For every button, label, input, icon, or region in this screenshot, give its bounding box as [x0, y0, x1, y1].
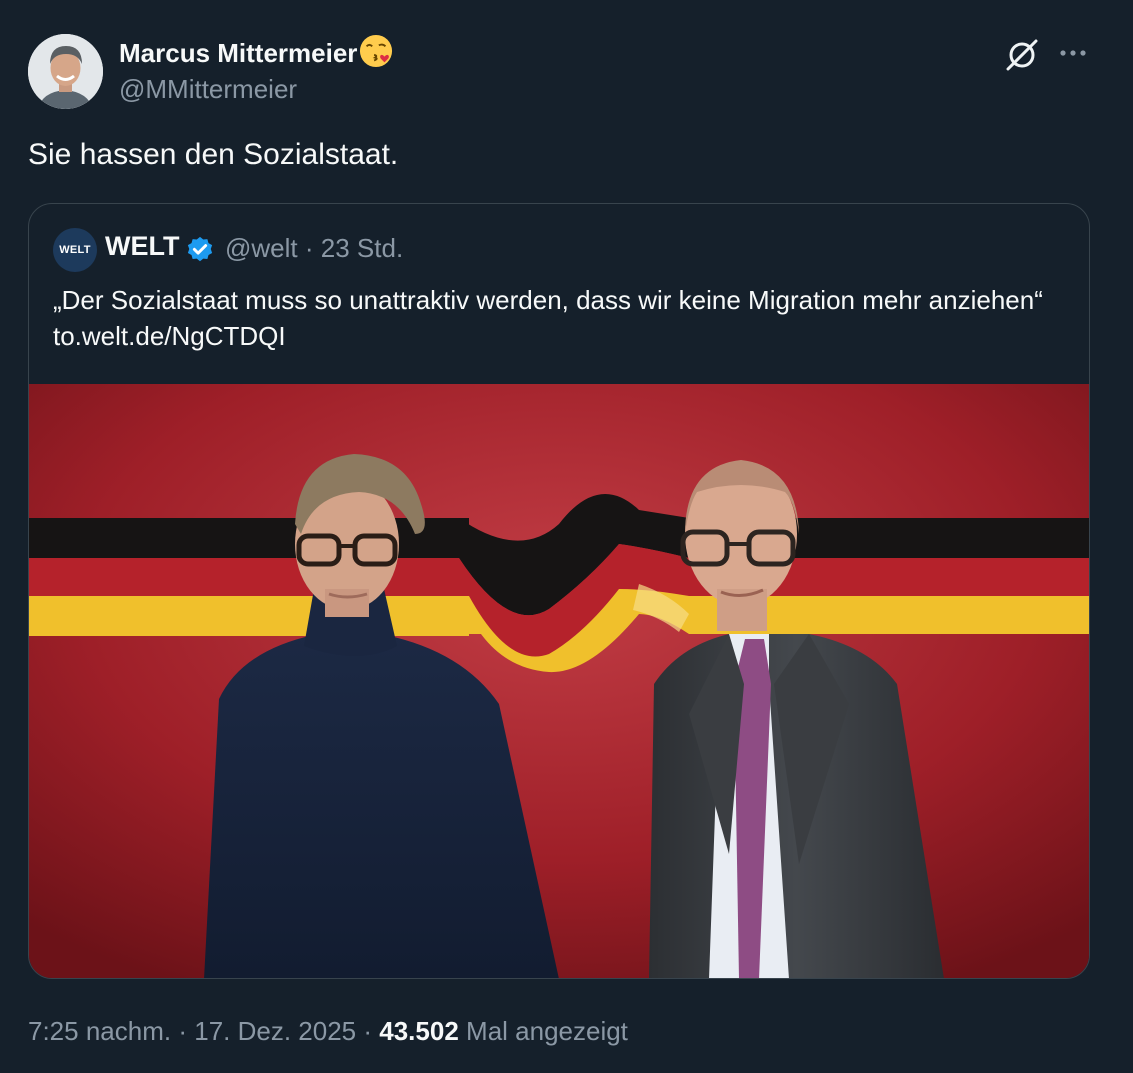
- tweet-text: Sie hassen den Sozialstaat.: [28, 138, 399, 171]
- quoted-author-name[interactable]: WELT: [105, 231, 179, 262]
- photo-two-men-german-flag: [29, 384, 1089, 978]
- footer-separator: ·: [363, 1016, 373, 1046]
- quoted-tweet-text: „Der Sozialstaat muss so unattraktiv wer…: [53, 285, 1043, 351]
- quoted-tweet-image[interactable]: [29, 384, 1089, 978]
- more-dots-icon: [1060, 50, 1086, 56]
- tweet: Marcus Mittermeier @MMittermeier Sie has…: [0, 0, 1133, 1073]
- welt-avatar[interactable]: WELT: [53, 228, 97, 272]
- footer-separator: ·: [178, 1016, 187, 1046]
- quoted-meta: @welt · 23 Std.: [225, 233, 403, 264]
- quoted-tweet-card[interactable]: WELT WELT @welt · 23 Std. „Der Sozialsta…: [28, 203, 1090, 979]
- views-count: 43.502: [379, 1016, 459, 1046]
- views-label: Mal angezeigt: [466, 1016, 628, 1046]
- author-handle[interactable]: @MMittermeier: [119, 74, 297, 105]
- author-name-text: Marcus Mittermeier: [119, 38, 358, 68]
- tweet-date[interactable]: 17. Dez. 2025: [194, 1016, 356, 1046]
- quoted-time[interactable]: 23 Std.: [321, 233, 403, 263]
- face-blowing-a-kiss-icon: [360, 34, 393, 68]
- tweet-time[interactable]: 7:25 nachm.: [28, 1016, 171, 1046]
- grok-icon: [1006, 39, 1038, 71]
- author-avatar[interactable]: [28, 34, 103, 109]
- author-avatar-photo: [28, 34, 103, 109]
- meta-separator: ·: [304, 233, 314, 263]
- more-options-button[interactable]: [1054, 38, 1092, 68]
- quoted-handle[interactable]: @welt: [225, 233, 298, 263]
- grok-button[interactable]: [1003, 36, 1041, 74]
- verified-badge-icon: [187, 236, 213, 262]
- tweet-footer: 7:25 nachm. · 17. Dez. 2025 · 43.502 Mal…: [28, 1016, 628, 1047]
- author-display-name[interactable]: Marcus Mittermeier: [119, 34, 393, 69]
